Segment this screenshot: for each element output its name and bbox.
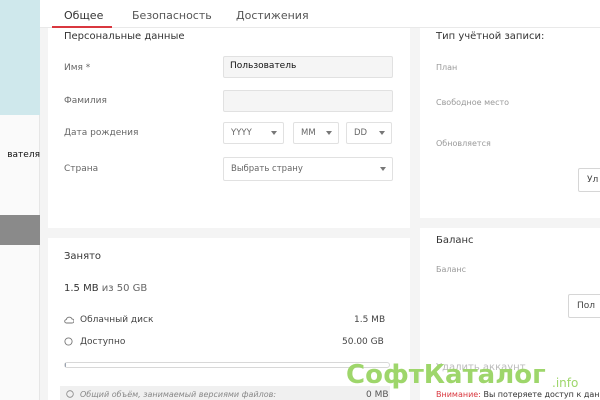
available-radio-icon (64, 337, 73, 346)
chevron-down-icon (380, 167, 386, 171)
file-versions-label: Общий объём, занимаемый версиями файлов: (80, 390, 277, 399)
sidebar-active-item[interactable] (0, 215, 40, 245)
first-name-label: Имя * (64, 63, 91, 73)
birthdate-label: Дата рождения (64, 128, 139, 138)
available-label: Доступно (80, 337, 126, 347)
plan-label: План (436, 63, 458, 72)
info-icon (66, 390, 74, 398)
tab-bar (40, 0, 600, 28)
first-name-field[interactable]: Пользователь (223, 56, 393, 78)
watermark-logo: СофтКаталог (346, 360, 546, 390)
birth-month-select[interactable]: MM (293, 122, 339, 144)
file-versions-value: 0 MB (366, 390, 389, 400)
top-up-button[interactable]: Пол (568, 294, 600, 318)
available-value: 50.00 GB (342, 337, 384, 347)
chevron-down-icon (326, 131, 332, 135)
storage-progress-fill (65, 363, 66, 367)
last-name-field[interactable] (223, 90, 393, 112)
balance-label: Баланс (436, 265, 467, 274)
chevron-down-icon (271, 131, 277, 135)
storage-total: из 50 GB (101, 283, 148, 294)
storage-progress-bar (64, 362, 390, 368)
renews-label: Обновляется (436, 139, 491, 148)
account-type-card (420, 28, 600, 218)
warning-prefix: Внимание: (436, 390, 481, 399)
birth-day-select[interactable]: DD (346, 122, 392, 144)
delete-warning: Внимание: Вы потеряете доступ к дан (436, 390, 599, 399)
tab-security[interactable]: Безопасность (132, 9, 212, 22)
sidebar-banner (0, 0, 40, 115)
birth-year-placeholder: YYYY (231, 128, 252, 138)
upgrade-button[interactable]: Ул (578, 168, 600, 192)
storage-summary: 1.5 MB из 50 GB (64, 283, 147, 294)
cloud-disk-value: 1.5 MB (354, 315, 386, 325)
balance-title: Баланс (436, 235, 474, 246)
birth-day-placeholder: DD (354, 128, 368, 138)
birth-month-placeholder: MM (301, 128, 316, 138)
storage-title: Занято (64, 251, 102, 262)
country-label: Страна (64, 164, 99, 174)
storage-used: 1.5 MB (64, 283, 99, 294)
cloud-disk-label: Облачный диск (80, 315, 154, 325)
sidebar-username-fragment: вателя (7, 150, 40, 160)
watermark-suffix: .info (552, 376, 579, 390)
country-placeholder: Выбрать страну (231, 164, 303, 174)
tab-achievements[interactable]: Достижения (236, 9, 309, 22)
last-name-label: Фамилия (64, 96, 107, 106)
cloud-icon (64, 316, 74, 324)
country-select[interactable]: Выбрать страну (223, 157, 393, 181)
birth-year-select[interactable]: YYYY (223, 122, 284, 144)
warning-text: Вы потеряете доступ к дан (483, 390, 600, 399)
tab-general[interactable]: Общее (64, 9, 103, 22)
account-type-title: Тип учётной записи: (436, 31, 545, 42)
personal-data-title: Персональные данные (64, 31, 185, 42)
chevron-down-icon (379, 131, 385, 135)
free-space-label: Свободное место (436, 98, 510, 107)
